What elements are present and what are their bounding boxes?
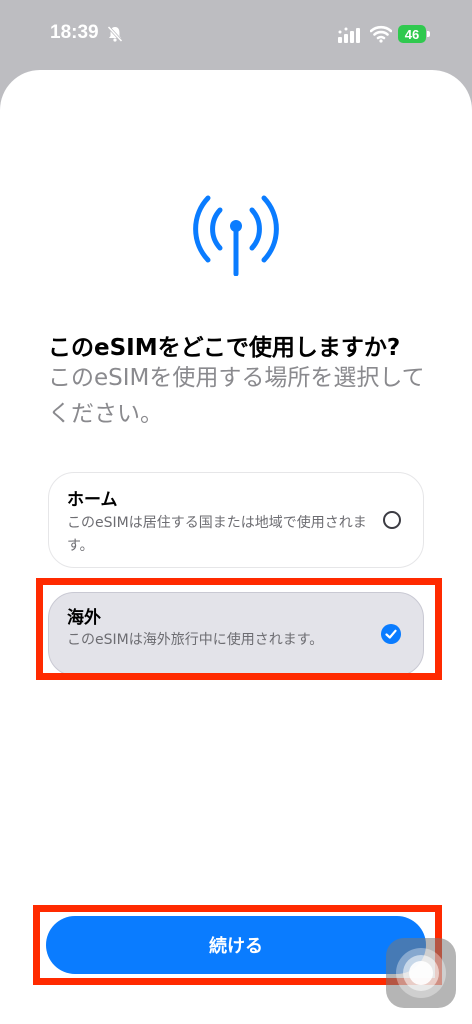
assistive-touch-ring <box>409 961 433 985</box>
radio-unchecked-icon[interactable] <box>383 511 401 529</box>
option-home-description: このeSIMは居住する国または地域で使用されます。 <box>67 515 367 554</box>
option-home[interactable]: ホーム このeSIMは居住する国または地域で使用されます。 <box>48 472 424 568</box>
option-home-title: ホーム <box>67 490 118 510</box>
page-subtitle: このeSIMを使用する場所を選択してください。 <box>48 365 425 427</box>
battery-level: 46 <box>404 26 420 42</box>
highlight-box-option <box>36 578 442 680</box>
battery-cap <box>427 31 430 37</box>
bell-slash-icon <box>107 25 123 43</box>
assistive-touch-button[interactable] <box>386 938 456 1008</box>
status-bar: 18:39 46 <box>0 0 472 70</box>
page-title: このeSIMをどこで使用しますか? <box>48 335 401 361</box>
battery-indicator: 46 <box>398 25 426 43</box>
cellular-signal-icon <box>338 27 360 43</box>
esim-sheet: このeSIMをどこで使用しますか? このeSIMを使用する場所を選択してください… <box>0 70 472 1024</box>
status-time: 18:39 <box>50 22 99 43</box>
highlight-box-button <box>33 905 442 985</box>
antenna-icon <box>193 195 279 276</box>
wifi-icon <box>370 25 392 43</box>
